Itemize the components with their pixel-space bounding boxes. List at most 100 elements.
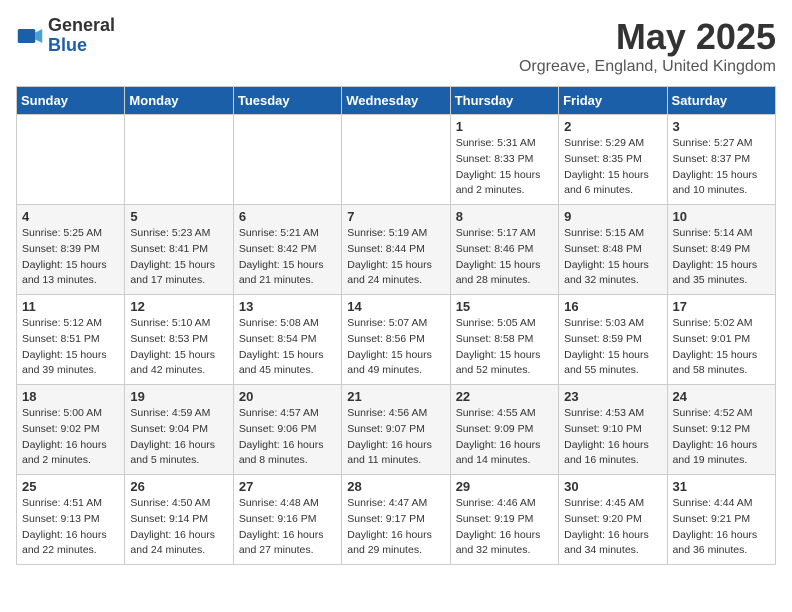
week-row-5: 25 Sunrise: 4:51 AMSunset: 9:13 PMDayligh… [17, 475, 776, 565]
day-number: 28 [347, 479, 444, 494]
calendar-cell: 15 Sunrise: 5:05 AMSunset: 8:58 PMDayligh… [450, 295, 558, 385]
day-info: Sunrise: 4:44 AMSunset: 9:21 PMDaylight:… [673, 496, 770, 559]
day-info: Sunrise: 5:21 AMSunset: 8:42 PMDaylight:… [239, 226, 336, 289]
day-number: 6 [239, 209, 336, 224]
calendar-cell: 31 Sunrise: 4:44 AMSunset: 9:21 PMDayligh… [667, 475, 775, 565]
calendar-cell: 20Sunrise: 4:57 AMSunset: 9:06 PMDayligh… [233, 385, 341, 475]
col-header-thursday: Thursday [450, 87, 558, 115]
day-info: Sunrise: 4:55 AMSunset: 9:09 PMDaylight:… [456, 406, 553, 469]
day-info: Sunrise: 5:29 AMSunset: 8:35 PMDaylight:… [564, 136, 661, 199]
day-info: Sunrise: 5:12 AMSunset: 8:51 PMDaylight:… [22, 316, 119, 379]
calendar-cell: 29 Sunrise: 4:46 AMSunset: 9:19 PMDayligh… [450, 475, 558, 565]
calendar-cell: 14 Sunrise: 5:07 AMSunset: 8:56 PMDayligh… [342, 295, 450, 385]
day-number: 14 [347, 299, 444, 314]
day-number: 24 [673, 389, 770, 404]
calendar-cell: 16 Sunrise: 5:03 AMSunset: 8:59 PMDayligh… [559, 295, 667, 385]
day-info: Sunrise: 4:56 AMSunset: 9:07 PMDaylight:… [347, 406, 444, 469]
calendar-cell: 3Sunrise: 5:27 AMSunset: 8:37 PMDaylight… [667, 115, 775, 205]
calendar-cell: 1Sunrise: 5:31 AMSunset: 8:33 PMDaylight… [450, 115, 558, 205]
day-info: Sunrise: 5:08 AMSunset: 8:54 PMDaylight:… [239, 316, 336, 379]
calendar-cell: 19Sunrise: 4:59 AMSunset: 9:04 PMDayligh… [125, 385, 233, 475]
day-info: Sunrise: 5:00 AMSunset: 9:02 PMDaylight:… [22, 406, 119, 469]
title-block: May 2025 Orgreave, England, United Kingd… [519, 16, 776, 76]
month-year-title: May 2025 [519, 16, 776, 58]
page-header: General Blue May 2025 Orgreave, England,… [16, 16, 776, 76]
day-number: 10 [673, 209, 770, 224]
day-number: 12 [130, 299, 227, 314]
logo-blue: Blue [48, 36, 115, 56]
week-row-3: 11 Sunrise: 5:12 AMSunset: 8:51 PMDayligh… [17, 295, 776, 385]
day-info: Sunrise: 5:10 AMSunset: 8:53 PMDaylight:… [130, 316, 227, 379]
day-number: 16 [564, 299, 661, 314]
location-subtitle: Orgreave, England, United Kingdom [519, 58, 776, 76]
calendar-cell: 8 Sunrise: 5:17 AMSunset: 8:46 PMDaylight… [450, 205, 558, 295]
day-info: Sunrise: 4:50 AMSunset: 9:14 PMDaylight:… [130, 496, 227, 559]
day-info: Sunrise: 5:25 AMSunset: 8:39 PMDaylight:… [22, 226, 119, 289]
day-number: 31 [673, 479, 770, 494]
week-row-4: 18 Sunrise: 5:00 AMSunset: 9:02 PMDayligh… [17, 385, 776, 475]
day-number: 25 [22, 479, 119, 494]
day-number: 17 [673, 299, 770, 314]
day-number: 22 [456, 389, 553, 404]
day-info: Sunrise: 5:19 AMSunset: 8:44 PMDaylight:… [347, 226, 444, 289]
calendar-cell: 12 Sunrise: 5:10 AMSunset: 8:53 PMDayligh… [125, 295, 233, 385]
day-info: Sunrise: 4:59 AMSunset: 9:04 PMDaylight:… [130, 406, 227, 469]
day-number: 1 [456, 119, 553, 134]
day-info: Sunrise: 4:47 AMSunset: 9:17 PMDaylight:… [347, 496, 444, 559]
calendar-cell: 13 Sunrise: 5:08 AMSunset: 8:54 PMDayligh… [233, 295, 341, 385]
day-info: Sunrise: 4:52 AMSunset: 9:12 PMDaylight:… [673, 406, 770, 469]
calendar-cell: 30 Sunrise: 4:45 AMSunset: 9:20 PMDayligh… [559, 475, 667, 565]
calendar-cell: 26 Sunrise: 4:50 AMSunset: 9:14 PMDayligh… [125, 475, 233, 565]
calendar-cell: 27 Sunrise: 4:48 AMSunset: 9:16 PMDayligh… [233, 475, 341, 565]
calendar-cell [342, 115, 450, 205]
day-number: 4 [22, 209, 119, 224]
col-header-friday: Friday [559, 87, 667, 115]
header-row: SundayMondayTuesdayWednesdayThursdayFrid… [17, 87, 776, 115]
day-info: Sunrise: 5:17 AMSunset: 8:46 PMDaylight:… [456, 226, 553, 289]
day-info: Sunrise: 5:14 AMSunset: 8:49 PMDaylight:… [673, 226, 770, 289]
day-number: 2 [564, 119, 661, 134]
day-number: 30 [564, 479, 661, 494]
calendar-table: SundayMondayTuesdayWednesdayThursdayFrid… [16, 86, 776, 565]
day-info: Sunrise: 4:45 AMSunset: 9:20 PMDaylight:… [564, 496, 661, 559]
calendar-cell: 11 Sunrise: 5:12 AMSunset: 8:51 PMDayligh… [17, 295, 125, 385]
logo-general: General [48, 16, 115, 36]
day-number: 29 [456, 479, 553, 494]
week-row-2: 4 Sunrise: 5:25 AMSunset: 8:39 PMDaylight… [17, 205, 776, 295]
calendar-cell: 10 Sunrise: 5:14 AMSunset: 8:49 PMDayligh… [667, 205, 775, 295]
week-row-1: 1Sunrise: 5:31 AMSunset: 8:33 PMDaylight… [17, 115, 776, 205]
calendar-cell: 21 Sunrise: 4:56 AMSunset: 9:07 PMDayligh… [342, 385, 450, 475]
col-header-wednesday: Wednesday [342, 87, 450, 115]
day-number: 8 [456, 209, 553, 224]
calendar-cell: 24 Sunrise: 4:52 AMSunset: 9:12 PMDayligh… [667, 385, 775, 475]
calendar-cell: 6 Sunrise: 5:21 AMSunset: 8:42 PMDaylight… [233, 205, 341, 295]
calendar-cell: 9 Sunrise: 5:15 AMSunset: 8:48 PMDaylight… [559, 205, 667, 295]
day-info: Sunrise: 5:05 AMSunset: 8:58 PMDaylight:… [456, 316, 553, 379]
calendar-cell [17, 115, 125, 205]
day-info: Sunrise: 5:02 AMSunset: 9:01 PMDaylight:… [673, 316, 770, 379]
day-info: Sunrise: 4:48 AMSunset: 9:16 PMDaylight:… [239, 496, 336, 559]
calendar-cell: 28 Sunrise: 4:47 AMSunset: 9:17 PMDayligh… [342, 475, 450, 565]
day-info: Sunrise: 4:46 AMSunset: 9:19 PMDaylight:… [456, 496, 553, 559]
day-number: 15 [456, 299, 553, 314]
day-info: Sunrise: 4:51 AMSunset: 9:13 PMDaylight:… [22, 496, 119, 559]
day-info: Sunrise: 5:03 AMSunset: 8:59 PMDaylight:… [564, 316, 661, 379]
day-number: 11 [22, 299, 119, 314]
day-number: 13 [239, 299, 336, 314]
day-number: 26 [130, 479, 227, 494]
calendar-cell: 18 Sunrise: 5:00 AMSunset: 9:02 PMDayligh… [17, 385, 125, 475]
day-info: Sunrise: 5:23 AMSunset: 8:41 PMDaylight:… [130, 226, 227, 289]
calendar-cell: 4 Sunrise: 5:25 AMSunset: 8:39 PMDaylight… [17, 205, 125, 295]
day-info: Sunrise: 5:15 AMSunset: 8:48 PMDaylight:… [564, 226, 661, 289]
calendar-cell: 22 Sunrise: 4:55 AMSunset: 9:09 PMDayligh… [450, 385, 558, 475]
calendar-cell [233, 115, 341, 205]
logo: General Blue [16, 16, 115, 56]
day-number: 23 [564, 389, 661, 404]
day-number: 27 [239, 479, 336, 494]
day-number: 9 [564, 209, 661, 224]
calendar-cell: 23Sunrise: 4:53 AMSunset: 9:10 PMDayligh… [559, 385, 667, 475]
day-number: 21 [347, 389, 444, 404]
day-number: 18 [22, 389, 119, 404]
day-info: Sunrise: 5:07 AMSunset: 8:56 PMDaylight:… [347, 316, 444, 379]
logo-icon [16, 22, 44, 50]
